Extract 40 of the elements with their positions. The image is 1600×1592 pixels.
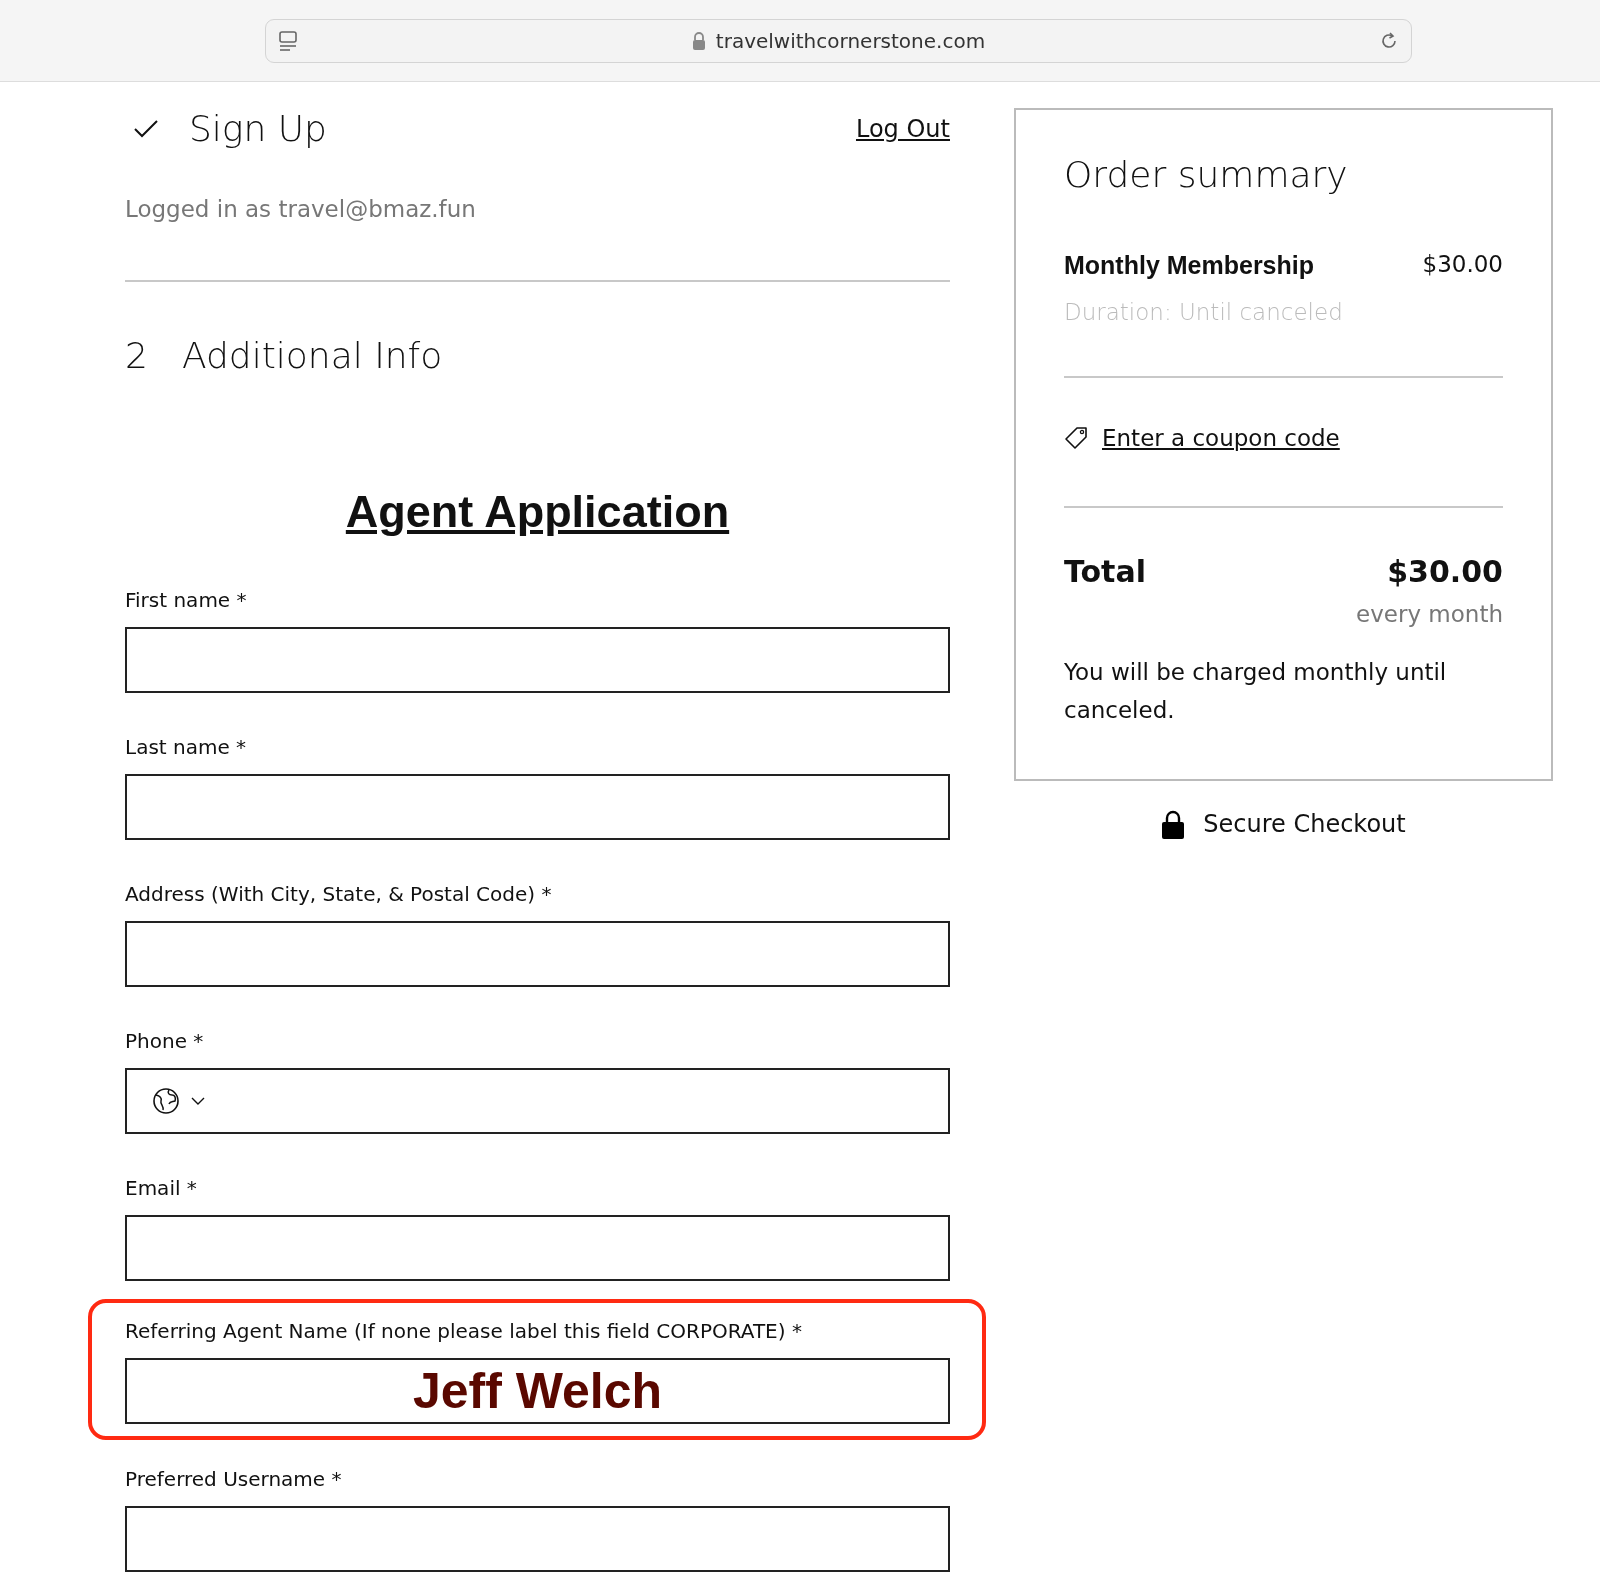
form-heading: Agent Application <box>345 486 730 538</box>
field-label: Address (With City, State, & Postal Code) * <box>125 882 553 906</box>
field-label: Last name * <box>125 735 248 759</box>
field-label: Preferred Username * <box>125 1467 343 1491</box>
coupon-link[interactable]: Enter a coupon code <box>1102 425 1340 451</box>
address-bar[interactable]: travelwithcornerstone.com <box>265 19 1412 63</box>
field-label: First name * <box>125 588 248 612</box>
lock-icon <box>691 32 706 50</box>
text-field[interactable] <box>125 1215 950 1281</box>
lock-icon <box>1161 809 1186 839</box>
charge-note: You will be charged monthly until canceled. <box>1064 658 1448 725</box>
duration-text: Duration: Until canceled <box>1064 299 1344 325</box>
field-value: Jeff Welch <box>412 1362 663 1420</box>
logged-in-text: Logged in as travel@bmaz.fun <box>125 196 477 222</box>
field-label: Phone * <box>125 1029 205 1053</box>
text-field[interactable] <box>125 774 950 840</box>
text-field[interactable]: Jeff Welch <box>125 1358 950 1424</box>
url-text[interactable]: travelwithcornerstone.com <box>715 29 986 53</box>
section-title: Additional Info <box>182 335 443 376</box>
globe-icon <box>151 1086 181 1116</box>
section-title: Sign Up <box>189 108 327 149</box>
billing-period: every month <box>1355 601 1503 627</box>
tag-icon <box>1064 426 1090 450</box>
field-label: Email * <box>125 1176 198 1200</box>
phone-field[interactable] <box>125 1068 950 1134</box>
total-price: $30.00 <box>1387 554 1503 589</box>
step-number: 2 <box>125 335 149 376</box>
country-dropdown[interactable] <box>151 1086 205 1116</box>
logout-link[interactable]: Log Out <box>856 114 950 143</box>
caret-icon <box>191 1096 205 1106</box>
card-title: Order summary <box>1064 154 1349 195</box>
total-label: Total <box>1064 554 1146 589</box>
text-field[interactable] <box>125 627 950 693</box>
sidebar-icon[interactable] <box>278 30 298 52</box>
secure-checkout-text: Secure Checkout <box>1203 810 1406 838</box>
item-name: Monthly Membership <box>1064 251 1314 280</box>
text-field[interactable] <box>125 921 950 987</box>
field-label: Referring Agent Name (If none please label this field CORPORATE) * <box>125 1319 803 1343</box>
text-field[interactable] <box>125 1506 950 1572</box>
item-price: $30.00 <box>1422 251 1503 279</box>
